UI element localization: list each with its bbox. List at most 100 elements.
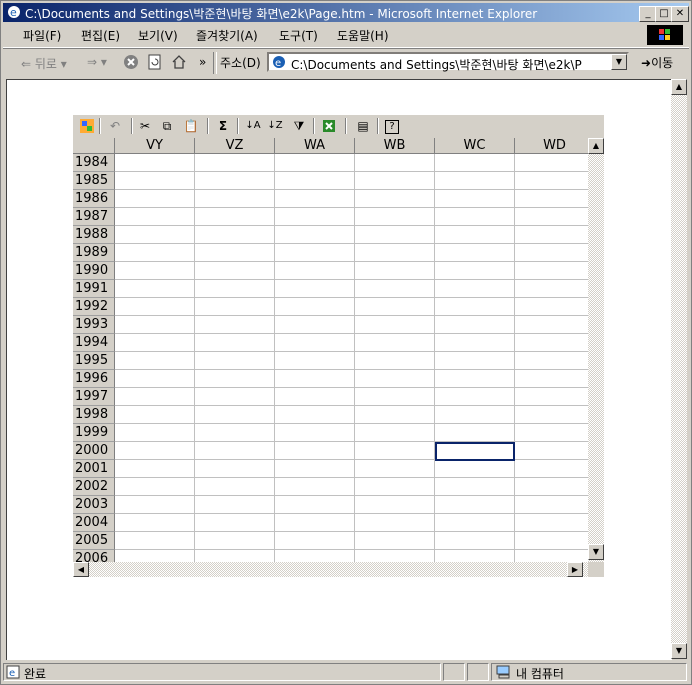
column-header-vy[interactable]: VY bbox=[115, 138, 195, 154]
cell-wc-1989[interactable] bbox=[435, 244, 515, 262]
cell-wc-1994[interactable] bbox=[435, 334, 515, 352]
cell-wb-1993[interactable] bbox=[355, 316, 435, 334]
column-header-wc[interactable]: WC bbox=[435, 138, 515, 154]
cell-vy-1995[interactable] bbox=[115, 352, 195, 370]
cell-wa-1993[interactable] bbox=[275, 316, 355, 334]
grid-scroll-left-icon[interactable]: ◀ bbox=[73, 562, 89, 577]
cell-vy-1996[interactable] bbox=[115, 370, 195, 388]
cell-wb-1996[interactable] bbox=[355, 370, 435, 388]
cell-vy-1986[interactable] bbox=[115, 190, 195, 208]
column-header-wa[interactable]: WA bbox=[275, 138, 355, 154]
cell-vz-1991[interactable] bbox=[195, 280, 275, 298]
autofilter-icon[interactable]: ⧩ bbox=[291, 118, 307, 134]
row-header-1996[interactable]: 1996 bbox=[73, 370, 115, 388]
sort-ascending-icon[interactable]: ↓A bbox=[245, 118, 261, 134]
cell-wb-2003[interactable] bbox=[355, 496, 435, 514]
cell-vz-1989[interactable] bbox=[195, 244, 275, 262]
cell-wc-1986[interactable] bbox=[435, 190, 515, 208]
row-header-1984[interactable]: 1984 bbox=[73, 154, 115, 172]
cell-vy-1993[interactable] bbox=[115, 316, 195, 334]
address-field[interactable]: e C:\Documents and Settings\박준현\바탕 화면\e2… bbox=[267, 52, 629, 72]
cell-wa-2002[interactable] bbox=[275, 478, 355, 496]
row-header-1987[interactable]: 1987 bbox=[73, 208, 115, 226]
cell-vy-2000[interactable] bbox=[115, 442, 195, 460]
cell-vz-1994[interactable] bbox=[195, 334, 275, 352]
cell-wc-1990[interactable] bbox=[435, 262, 515, 280]
cell-wd-2000[interactable] bbox=[515, 442, 588, 460]
cell-wa-1996[interactable] bbox=[275, 370, 355, 388]
cell-wd-2001[interactable] bbox=[515, 460, 588, 478]
cell-vy-2003[interactable] bbox=[115, 496, 195, 514]
cell-wc-2005[interactable] bbox=[435, 532, 515, 550]
toolbar-overflow-chevron-icon[interactable]: » bbox=[199, 55, 206, 69]
cell-vy-1998[interactable] bbox=[115, 406, 195, 424]
cell-vy-2002[interactable] bbox=[115, 478, 195, 496]
help-icon[interactable]: ? bbox=[385, 120, 399, 134]
cell-wa-1985[interactable] bbox=[275, 172, 355, 190]
cell-vy-1991[interactable] bbox=[115, 280, 195, 298]
row-header-1992[interactable]: 1992 bbox=[73, 298, 115, 316]
cell-vz-1995[interactable] bbox=[195, 352, 275, 370]
cell-vz-2004[interactable] bbox=[195, 514, 275, 532]
cell-wc-1999[interactable] bbox=[435, 424, 515, 442]
cell-vz-1986[interactable] bbox=[195, 190, 275, 208]
grid-scroll-down-icon[interactable]: ▼ bbox=[588, 544, 604, 560]
cell-wd-1997[interactable] bbox=[515, 388, 588, 406]
cell-vy-1985[interactable] bbox=[115, 172, 195, 190]
cell-wd-2005[interactable] bbox=[515, 532, 588, 550]
row-header-1986[interactable]: 1986 bbox=[73, 190, 115, 208]
refresh-icon[interactable] bbox=[147, 54, 163, 70]
cell-wa-1991[interactable] bbox=[275, 280, 355, 298]
row-header-1994[interactable]: 1994 bbox=[73, 334, 115, 352]
cell-vz-1990[interactable] bbox=[195, 262, 275, 280]
cell-wc-2002[interactable] bbox=[435, 478, 515, 496]
cell-wd-1992[interactable] bbox=[515, 298, 588, 316]
close-button[interactable]: ✕ bbox=[671, 6, 689, 22]
cell-wb-1999[interactable] bbox=[355, 424, 435, 442]
cell-wa-1990[interactable] bbox=[275, 262, 355, 280]
stop-icon[interactable] bbox=[123, 54, 139, 70]
cell-wd-1998[interactable] bbox=[515, 406, 588, 424]
cell-vz-1998[interactable] bbox=[195, 406, 275, 424]
row-header-1991[interactable]: 1991 bbox=[73, 280, 115, 298]
row-header-2002[interactable]: 2002 bbox=[73, 478, 115, 496]
cell-wd-1999[interactable] bbox=[515, 424, 588, 442]
grid-corner[interactable] bbox=[73, 138, 115, 154]
cell-wd-1987[interactable] bbox=[515, 208, 588, 226]
cell-vz-1984[interactable] bbox=[195, 154, 275, 172]
cell-wa-2000[interactable] bbox=[275, 442, 355, 460]
forward-button[interactable]: ⇒ ▾ bbox=[87, 55, 107, 69]
cell-vz-1993[interactable] bbox=[195, 316, 275, 334]
cell-vy-1992[interactable] bbox=[115, 298, 195, 316]
menu-favorites[interactable]: 즐겨찾기(A) bbox=[196, 27, 258, 44]
cell-wb-1984[interactable] bbox=[355, 154, 435, 172]
row-header-2004[interactable]: 2004 bbox=[73, 514, 115, 532]
cell-wc-1998[interactable] bbox=[435, 406, 515, 424]
title-bar[interactable]: e C:\Documents and Settings\박준현\바탕 화면\e2… bbox=[3, 3, 689, 22]
menu-help[interactable]: 도움말(H) bbox=[337, 27, 389, 44]
cell-wc-2004[interactable] bbox=[435, 514, 515, 532]
cell-wb-1985[interactable] bbox=[355, 172, 435, 190]
menu-view[interactable]: 보기(V) bbox=[138, 27, 178, 44]
cell-vy-2005[interactable] bbox=[115, 532, 195, 550]
menu-tools[interactable]: 도구(T) bbox=[279, 27, 318, 44]
cell-wc-1991[interactable] bbox=[435, 280, 515, 298]
column-header-vz[interactable]: VZ bbox=[195, 138, 275, 154]
cell-vy-1984[interactable] bbox=[115, 154, 195, 172]
grid-scroll-right-icon[interactable]: ▶ bbox=[567, 562, 583, 577]
cell-wd-2002[interactable] bbox=[515, 478, 588, 496]
cell-wc-2006[interactable] bbox=[435, 550, 515, 562]
cell-wd-1996[interactable] bbox=[515, 370, 588, 388]
cell-wa-1998[interactable] bbox=[275, 406, 355, 424]
cell-wb-2001[interactable] bbox=[355, 460, 435, 478]
cell-vz-1987[interactable] bbox=[195, 208, 275, 226]
cell-wa-1994[interactable] bbox=[275, 334, 355, 352]
cell-vz-2001[interactable] bbox=[195, 460, 275, 478]
cell-wa-2004[interactable] bbox=[275, 514, 355, 532]
cell-wa-2001[interactable] bbox=[275, 460, 355, 478]
cell-wc-1984[interactable] bbox=[435, 154, 515, 172]
cell-vy-1994[interactable] bbox=[115, 334, 195, 352]
cell-wa-1989[interactable] bbox=[275, 244, 355, 262]
home-icon[interactable] bbox=[171, 54, 187, 70]
cell-wd-1988[interactable] bbox=[515, 226, 588, 244]
